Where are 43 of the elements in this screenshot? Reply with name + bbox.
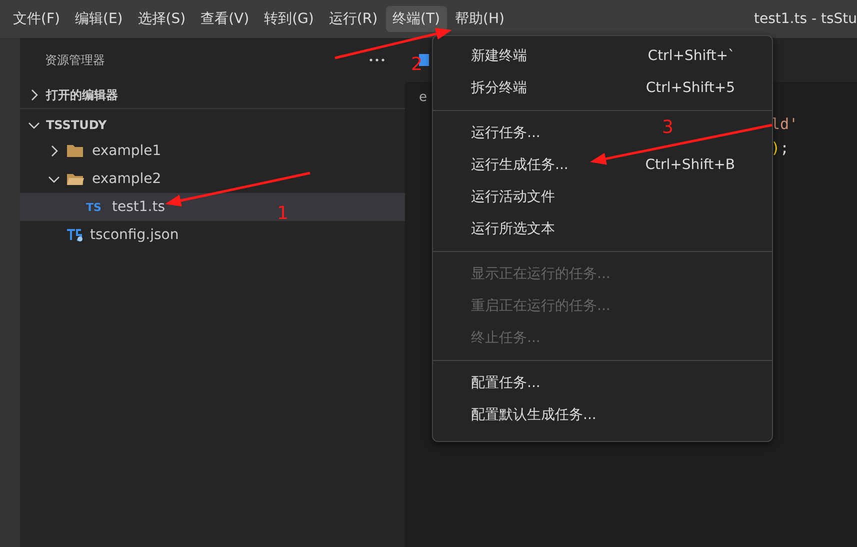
window-title: test1.ts - tsStu [754, 11, 857, 27]
shortcut-label: Ctrl+Shift+` [648, 48, 735, 64]
file-name: test1.ts [112, 199, 166, 215]
menu-item[interactable]: 运行生成任务... [471, 156, 568, 174]
shortcut-label: Ctrl+Shift+B [645, 157, 735, 173]
annotation-number: 3 [662, 119, 674, 137]
menu-bar-item[interactable]: 编辑(E) [68, 6, 130, 32]
menu-item[interactable]: 运行所选文本 [471, 220, 555, 238]
tree-item[interactable]: tsconfig.json [20, 221, 405, 249]
menu-bar-item[interactable]: 帮助(H) [448, 6, 512, 32]
menu-item[interactable]: 新建终端 [471, 47, 527, 65]
sidebar-title: 资源管理器 [45, 52, 105, 68]
menu-bar-item[interactable]: 文件(F) [6, 6, 67, 32]
open-folder-icon [66, 172, 84, 186]
file-name: example2 [92, 171, 162, 187]
menu-item[interactable]: 配置任务... [471, 374, 540, 392]
code-line: ); [771, 138, 790, 159]
file-type-label: TS [86, 200, 102, 214]
annotation-number: 2 [411, 56, 422, 74]
tree-item[interactable]: example2 [20, 165, 405, 193]
section-title: TSSTUDY [46, 118, 107, 132]
folder-icon [66, 144, 84, 158]
section-header[interactable]: TSSTUDY [20, 113, 405, 137]
section-title: 打开的编辑器 [46, 86, 118, 104]
annotation-number: 1 [277, 205, 288, 223]
menu-item[interactable]: 配置默认生成任务... [471, 406, 596, 424]
menu-item[interactable]: 拆分终端 [471, 79, 527, 97]
code-line: ld' [771, 114, 800, 135]
menu-bar-item[interactable]: 运行(R) [322, 6, 385, 32]
section-header[interactable]: 打开的编辑器 [20, 82, 405, 109]
more-icon [369, 58, 385, 62]
typescript-config-icon [66, 228, 84, 242]
menu-bar-item[interactable]: 选择(S) [130, 6, 193, 32]
menu-bar-item[interactable]: 转到(G) [257, 6, 321, 32]
menu-bar-item[interactable]: 查看(V) [194, 6, 256, 32]
file-name: example1 [92, 143, 162, 159]
menu-bar-item[interactable]: 终端(T) [386, 6, 448, 32]
breadcrumb[interactable]: e [405, 82, 427, 108]
menu-item[interactable]: 运行任务... [471, 124, 540, 142]
file-name: tsconfig.json [90, 227, 179, 243]
menu-item[interactable]: 运行活动文件 [471, 188, 555, 206]
tree-item[interactable]: example1 [20, 137, 405, 165]
shortcut-label: Ctrl+Shift+5 [646, 80, 735, 96]
